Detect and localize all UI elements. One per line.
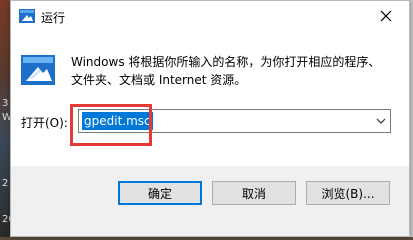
open-label: 打开(O): (21, 116, 68, 130)
ok-button[interactable]: 确定 (118, 181, 202, 205)
dialog-content: Windows 将根据你所输入的名称，为你打开相应的程序、 文件夹、文档或 In… (11, 33, 409, 236)
description: Windows 将根据你所输入的名称，为你打开相应的程序、 文件夹、文档或 In… (71, 53, 386, 89)
open-input[interactable]: gpedit.msc (82, 112, 153, 130)
description-line-2: 文件夹、文档或 Internet 资源。 (71, 73, 247, 87)
run-app-icon (19, 9, 35, 23)
open-combobox[interactable]: gpedit.msc (78, 109, 391, 133)
browse-button[interactable]: 浏览(B)... (306, 181, 390, 205)
titlebar: 运行 (11, 1, 409, 33)
window-title: 运行 (41, 11, 66, 25)
chevron-down-icon[interactable] (376, 116, 386, 126)
close-button[interactable] (363, 1, 409, 31)
desktop-text-fragment: 3 (2, 98, 9, 109)
run-dialog: 运行 Windows 将根据你所输入的名称，为你打开相应的程序、 文件夹、文档或… (10, 0, 410, 237)
description-line-1: Windows 将根据你所输入的名称，为你打开相应的程序、 (71, 55, 381, 69)
cancel-button[interactable]: 取消 (212, 181, 296, 205)
desktop-text-fragment: 2 (2, 178, 9, 189)
close-icon (380, 10, 392, 22)
run-program-icon (21, 55, 55, 85)
